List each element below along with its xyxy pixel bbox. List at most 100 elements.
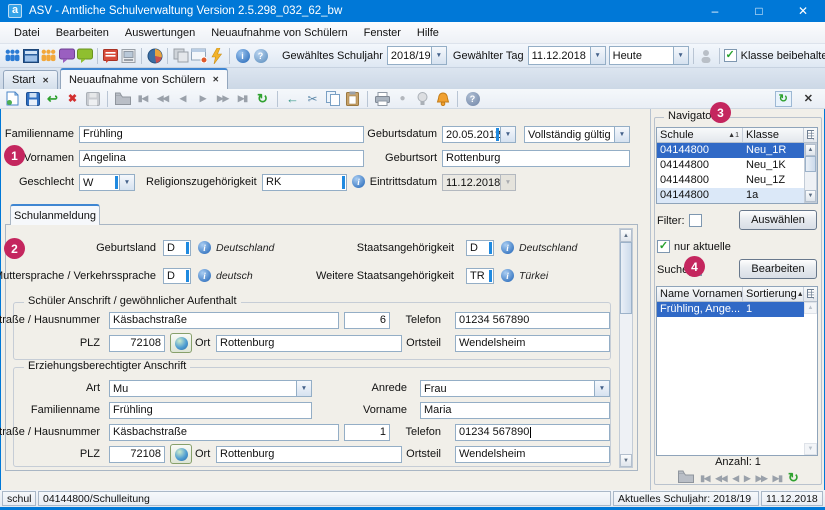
refresh-icon[interactable]: ↻	[788, 470, 799, 486]
dropdown-arrow-icon[interactable]: ▼	[119, 175, 134, 190]
notification-bell-icon[interactable]	[434, 91, 451, 107]
menu-item-fenster[interactable]: Fenster	[356, 22, 409, 44]
scrollbar-thumb[interactable]	[620, 242, 632, 314]
auswaehlen-button[interactable]: Auswählen	[739, 210, 817, 230]
plz-lookup-button[interactable]	[170, 333, 192, 353]
class-window-icon[interactable]	[22, 47, 39, 65]
copy-icon[interactable]	[324, 91, 341, 107]
dropdown-arrow-icon[interactable]: ▼	[673, 47, 688, 64]
tab-close-icon[interactable]: ✕	[42, 76, 49, 85]
muttersprache-input[interactable]: D	[163, 268, 191, 284]
info-icon[interactable]: i	[352, 175, 365, 188]
students-icon[interactable]	[4, 47, 21, 65]
strasse-input[interactable]: Käsbachstraße	[109, 312, 339, 329]
scroll-up-icon[interactable]: ▲	[804, 302, 817, 314]
erz-plz-input[interactable]: 72108	[109, 446, 165, 463]
undo-icon[interactable]: ↩	[44, 91, 61, 107]
table-row[interactable]: 04144800Neu_1R	[657, 143, 817, 158]
erz-familienname-input[interactable]: Frühling	[109, 402, 312, 419]
religion-input[interactable]: RK	[262, 174, 347, 191]
prev-record-icon[interactable]: ◀	[733, 473, 739, 484]
geburtsort-input[interactable]: Rottenburg	[442, 150, 630, 167]
first-record-icon[interactable]: ▮◀	[134, 91, 151, 107]
tag-date-select[interactable]: 11.12.2018▼	[528, 46, 606, 65]
erz-telefon-input[interactable]: 01234 567890	[455, 424, 610, 441]
tab-close-icon[interactable]: ✕	[212, 75, 219, 84]
menu-item-auswertungen[interactable]: Auswertungen	[117, 22, 203, 44]
fast-next-record-icon[interactable]: ▶▶	[756, 473, 767, 484]
info-icon[interactable]: i	[501, 269, 514, 282]
info-icon[interactable]: i	[234, 47, 251, 65]
menu-item-neuaufnahme[interactable]: Neuaufnahme von Schülern	[203, 22, 355, 44]
pie-chart-icon[interactable]	[146, 47, 163, 65]
fast-prev-record-icon[interactable]: ◀◀	[715, 473, 726, 484]
prev-record-icon[interactable]: ◀	[174, 91, 191, 107]
col-name-vornamen[interactable]: Name Vornamen	[657, 287, 743, 301]
save-icon[interactable]	[24, 91, 41, 107]
scroll-down-icon[interactable]: ▼	[805, 190, 816, 202]
vorname-input[interactable]: Maria	[420, 402, 610, 419]
report-red-icon[interactable]	[102, 47, 119, 65]
tab-schulanmeldung[interactable]: Schulanmeldung	[10, 204, 100, 225]
module-close-icon[interactable]: ✕	[804, 92, 813, 105]
tab-start[interactable]: Start✕	[3, 70, 58, 89]
dropdown-arrow-icon[interactable]: ▼	[590, 47, 605, 64]
geschlecht-select[interactable]: W▼	[79, 174, 135, 191]
schuljahr-select[interactable]: 2018/19▼	[387, 46, 447, 65]
scroll-up-icon[interactable]: ▲	[620, 229, 632, 242]
message-green-icon[interactable]	[76, 47, 93, 65]
weitere-staats-input[interactable]: TR	[466, 268, 494, 284]
fast-next-record-icon[interactable]: ▶▶	[214, 91, 231, 107]
hausnummer-input[interactable]: 6	[344, 312, 390, 329]
close-button[interactable]: ✕	[781, 0, 825, 22]
table-row[interactable]: Frühling, Ange...1	[657, 302, 817, 317]
geburtsdatum-select[interactable]: 20.05.2012▼	[442, 126, 516, 143]
tab-neuaufnahme[interactable]: Neuaufnahme von Schülern✕	[60, 68, 228, 89]
new-record-icon[interactable]	[4, 91, 21, 107]
scrollbar-track[interactable]	[805, 172, 816, 190]
erz-hausnummer-input[interactable]: 1	[344, 424, 390, 441]
erz-strasse-input[interactable]: Käsbachstraße	[109, 424, 339, 441]
dropdown-arrow-icon[interactable]: ▼	[614, 127, 629, 142]
window-task-icon[interactable]	[190, 47, 207, 65]
maximize-button[interactable]: □	[737, 0, 781, 22]
art-select[interactable]: Mu▼	[109, 380, 312, 397]
message-purple-icon[interactable]	[58, 47, 75, 65]
module-refresh-icon[interactable]: ↻	[775, 91, 792, 107]
nur-aktuelle-checkbox[interactable]: ✓	[657, 240, 670, 253]
dropdown-arrow-icon[interactable]: ▼	[431, 47, 446, 64]
info-icon[interactable]: i	[198, 269, 211, 282]
scrollbar-track[interactable]	[804, 314, 817, 443]
delete-icon[interactable]: ✖	[64, 91, 81, 107]
print-icon[interactable]	[374, 91, 391, 107]
tag-mode-select[interactable]: Heute▼	[609, 46, 689, 65]
plz-input[interactable]: 72108	[109, 335, 165, 352]
fast-prev-record-icon[interactable]: ◀◀	[154, 91, 171, 107]
staatsangehoerigkeit-input[interactable]: D	[466, 240, 494, 256]
table-row[interactable]: 041448001a	[657, 188, 817, 203]
geburtsdatum-status-select[interactable]: Vollständig gültig▼	[524, 126, 630, 143]
scroll-up-icon[interactable]: ▲	[805, 144, 816, 156]
anrede-select[interactable]: Frau▼	[420, 380, 610, 397]
last-record-icon[interactable]: ▶▮	[234, 91, 251, 107]
last-record-icon[interactable]: ▶▮	[773, 473, 782, 484]
col-klasse[interactable]: Klasse	[743, 128, 804, 142]
first-record-icon[interactable]: ▮◀	[700, 473, 709, 484]
column-config-icon[interactable]	[804, 287, 817, 301]
familienname-input[interactable]: Frühling	[79, 126, 364, 143]
ortsteil-input[interactable]: Wendelsheim	[455, 335, 610, 352]
lightning-icon[interactable]	[208, 47, 225, 65]
pupils-orange-icon[interactable]	[40, 47, 57, 65]
bearbeiten-button[interactable]: Bearbeiten	[739, 259, 817, 279]
column-config-icon[interactable]	[804, 128, 817, 142]
plz-lookup-button[interactable]	[170, 444, 192, 464]
cut-icon[interactable]: ✂	[304, 91, 321, 107]
ort-input[interactable]: Rottenburg	[216, 335, 402, 352]
dropdown-arrow-icon[interactable]: ▼	[500, 127, 515, 142]
col-schule[interactable]: Schule▲1	[657, 128, 743, 142]
info-icon[interactable]: i	[501, 241, 514, 254]
next-record-icon[interactable]: ▶	[194, 91, 211, 107]
info-icon[interactable]: i	[198, 241, 211, 254]
filter-checkbox[interactable]	[689, 214, 702, 227]
menu-item-datei[interactable]: Datei	[6, 22, 48, 44]
